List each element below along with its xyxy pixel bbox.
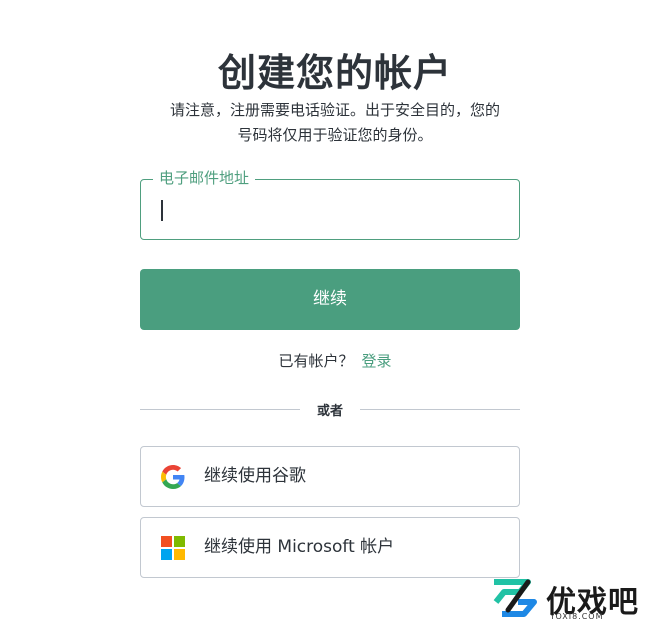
- text-caret: [161, 200, 163, 221]
- login-link[interactable]: 登录: [362, 352, 392, 370]
- microsoft-signin-button[interactable]: 继续使用 Microsoft 帐户: [140, 517, 520, 578]
- login-prompt: 已有帐户？ 登录: [0, 350, 670, 371]
- microsoft-logo-green-square: [174, 536, 185, 547]
- have-account-text: 已有帐户？: [278, 352, 354, 370]
- email-input[interactable]: [155, 192, 509, 228]
- microsoft-logo-red-square: [161, 536, 172, 547]
- microsoft-logo-blue-square: [161, 549, 172, 560]
- continue-button[interactable]: 继续: [140, 269, 520, 330]
- email-field[interactable]: 电子邮件地址: [140, 169, 520, 240]
- page-title: 创建您的帐户: [217, 51, 452, 95]
- google-signin-label: 继续使用谷歌: [204, 466, 306, 486]
- email-field-label: 电子邮件地址: [153, 169, 256, 187]
- divider-line-right: [360, 409, 520, 410]
- watermark: 优戏吧 YOXI8.COM: [488, 575, 668, 622]
- microsoft-logo-yellow-square: [174, 549, 185, 560]
- or-divider: 或者: [140, 399, 520, 419]
- page-subtitle: 请注意，注册需要电话验证。出于安全目的，您的 号码将仅用于验证您的身份。: [120, 98, 550, 148]
- google-signin-button[interactable]: 继续使用谷歌: [140, 446, 520, 507]
- subtitle-line-2: 号码将仅用于验证您的身份。: [237, 126, 433, 144]
- microsoft-logo-icon: [161, 536, 185, 560]
- google-logo-icon: [161, 465, 185, 489]
- microsoft-signin-label: 继续使用 Microsoft 帐户: [204, 537, 395, 557]
- yoxi8-logo-icon: [493, 579, 537, 617]
- signup-page: 创建您的帐户 请注意，注册需要电话验证。出于安全目的，您的 号码将仅用于验证您的…: [0, 0, 670, 622]
- watermark-domain: YOXI8.COM: [550, 612, 604, 621]
- subtitle-line-1: 请注意，注册需要电话验证。出于安全目的，您的: [169, 101, 500, 119]
